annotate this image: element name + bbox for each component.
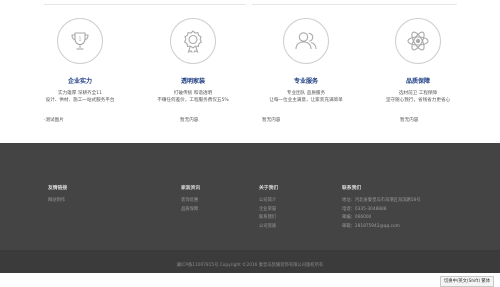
footer-column-title: 联系我们	[342, 186, 362, 191]
feature-desc-line: 不赚任何差价，工程服务费仅五5%	[157, 98, 229, 103]
footer-link[interactable]: 联系我们	[259, 214, 278, 223]
trophy-icon: 1	[57, 18, 103, 64]
footer-link[interactable]: 装饰优惠	[181, 197, 200, 206]
feature-company-strength: 1 企业实力 实力雄厚 深耕齐全11 设计、供材、施工一站式服务平台	[25, 18, 135, 104]
footer-link[interactable]: 网站制作	[48, 197, 67, 206]
feature-desc-line: 专业团队 品质服务	[286, 91, 326, 96]
footer-column-title: 家装资讯	[181, 186, 201, 191]
feature-professional-service: 专业服务 专业团队 品质服务 让每一位业主满意，让家装充满简单	[251, 18, 361, 104]
footer-column-about: 关于我们 公司简介 企业荣誉 联系我们 公司资质	[259, 184, 278, 231]
feature-title: 透明家装	[180, 78, 205, 85]
feature-more-link[interactable]: 暂无内容	[400, 117, 418, 123]
contact-email: 邮箱：281875942@qq.com	[342, 223, 400, 229]
feature-desc-line: 让每一位业主满意，让家装充满简单	[269, 98, 343, 103]
contact-phone: 电话：0335-3048888	[342, 206, 387, 212]
footer-link[interactable]: 品质保障	[181, 206, 200, 215]
feature-desc-line: 坚守随心我行，省钱省力更省心	[385, 98, 451, 103]
bottom-bar	[0, 273, 500, 287]
award-badge-icon	[170, 18, 216, 64]
copyright-text: 冀ICP备11007815号 Copyright ©2016 秦皇岛凯耀装饰有限…	[176, 263, 324, 268]
footer-column-title: 关于我们	[259, 186, 279, 191]
footer-column-news: 家装资讯 装饰优惠 品质保障	[181, 184, 200, 214]
feature-more-link[interactable]: 暂无内容	[180, 117, 198, 123]
feature-title: 专业服务	[293, 78, 318, 85]
feature-more-link[interactable]: 暂无内容	[262, 117, 280, 123]
footer-column-friend-links: 友情链接 网站制作	[48, 184, 67, 206]
feature-desc-line: 设计、供材、施工一站式服务平台	[45, 98, 115, 103]
feature-desc-line: 打破传统 和谐透明	[173, 91, 213, 96]
footer-link[interactable]: 公司资质	[259, 223, 278, 232]
contact-address: 地址：河北省秦皇岛市海港区海滨路58号	[342, 198, 421, 203]
feature-desc-line: 实力雄厚 深耕齐全11	[57, 91, 103, 96]
footer-column-contact: 联系我们 地址：河北省秦皇岛市海港区海滨路58号 电话：0335-3048888…	[342, 184, 421, 231]
feature-title: 品质保障	[405, 78, 430, 85]
ime-indicator[interactable]: 切换中/英文(Shift) 繁体	[439, 276, 494, 287]
site-footer: 友情链接 网站制作 家装资讯 装饰优惠 品质保障 关于我们 公司简介 企业荣誉 …	[0, 143, 500, 250]
feature-title: 企业实力	[67, 78, 92, 85]
feature-transparent-decor: 透明家装 打破传统 和谐透明 不赚任何差价，工程服务费仅五5%	[138, 18, 248, 104]
footer-link[interactable]: 企业荣誉	[259, 206, 278, 215]
contact-zip: 邮编：066000	[342, 215, 372, 220]
card-top-left	[44, 0, 246, 5]
footer-column-title: 友情链接	[48, 186, 68, 191]
users-icon	[283, 18, 329, 64]
card-top-right	[252, 0, 457, 5]
svg-text:1: 1	[78, 37, 81, 43]
copyright-bar: 冀ICP备11007815号 Copyright ©2016 秦皇岛凯耀装饰有限…	[0, 251, 500, 273]
feature-quality-assurance: 品质保障 选材前卫 工程保障 坚守随心我行，省钱省力更省心	[363, 18, 473, 104]
feature-desc-line: 选材前卫 工程保障	[398, 91, 438, 96]
feature-more-link[interactable]: ·测试图片	[44, 117, 64, 123]
footer-link[interactable]: 公司简介	[259, 197, 278, 206]
atom-icon	[395, 18, 441, 64]
